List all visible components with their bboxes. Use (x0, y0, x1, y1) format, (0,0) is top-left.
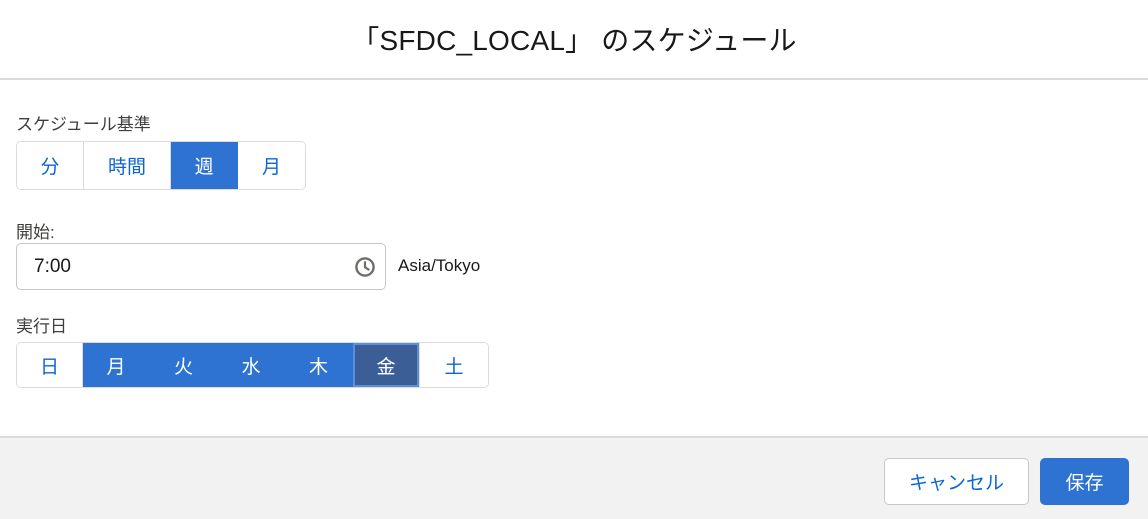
save-button[interactable]: 保存 (1040, 458, 1129, 505)
modal-header: 「SFDC_LOCAL」 のスケジュール (0, 0, 1148, 80)
cancel-button[interactable]: キャンセル (884, 458, 1029, 505)
start-label: 開始: (16, 223, 55, 242)
timezone-label: Asia/Tokyo (398, 256, 481, 275)
run-days-label: 実行日 (16, 317, 67, 336)
day-thursday-button[interactable]: 木 (285, 343, 353, 387)
run-days-button-group: 日 月 火 水 木 金 土 (16, 342, 489, 388)
basis-week-button[interactable]: 週 (171, 142, 238, 189)
day-monday-button[interactable]: 月 (83, 343, 150, 387)
day-saturday-button[interactable]: 土 (420, 343, 488, 387)
day-tuesday-button[interactable]: 火 (150, 343, 218, 387)
day-wednesday-button[interactable]: 水 (218, 343, 285, 387)
modal-body: スケジュール基準 分 時間 週 月 開始: 7:00 Asia/Tokyo 実行… (0, 80, 1148, 436)
modal-title: 「SFDC_LOCAL」 のスケジュール (351, 25, 797, 56)
basis-minutes-button[interactable]: 分 (17, 142, 84, 189)
modal-footer: キャンセル 保存 (0, 436, 1148, 519)
start-time-value: 7:00 (34, 255, 71, 277)
schedule-basis-label: スケジュール基準 (16, 115, 151, 134)
basis-hours-button[interactable]: 時間 (84, 142, 171, 189)
clock-icon[interactable] (354, 256, 376, 278)
day-sunday-button[interactable]: 日 (17, 343, 83, 387)
schedule-modal: 「SFDC_LOCAL」 のスケジュール スケジュール基準 分 時間 週 月 開… (0, 0, 1148, 519)
start-time-input[interactable]: 7:00 (16, 243, 386, 290)
basis-month-button[interactable]: 月 (238, 142, 305, 189)
day-friday-button[interactable]: 金 (353, 343, 420, 387)
schedule-basis-button-group: 分 時間 週 月 (16, 141, 306, 190)
